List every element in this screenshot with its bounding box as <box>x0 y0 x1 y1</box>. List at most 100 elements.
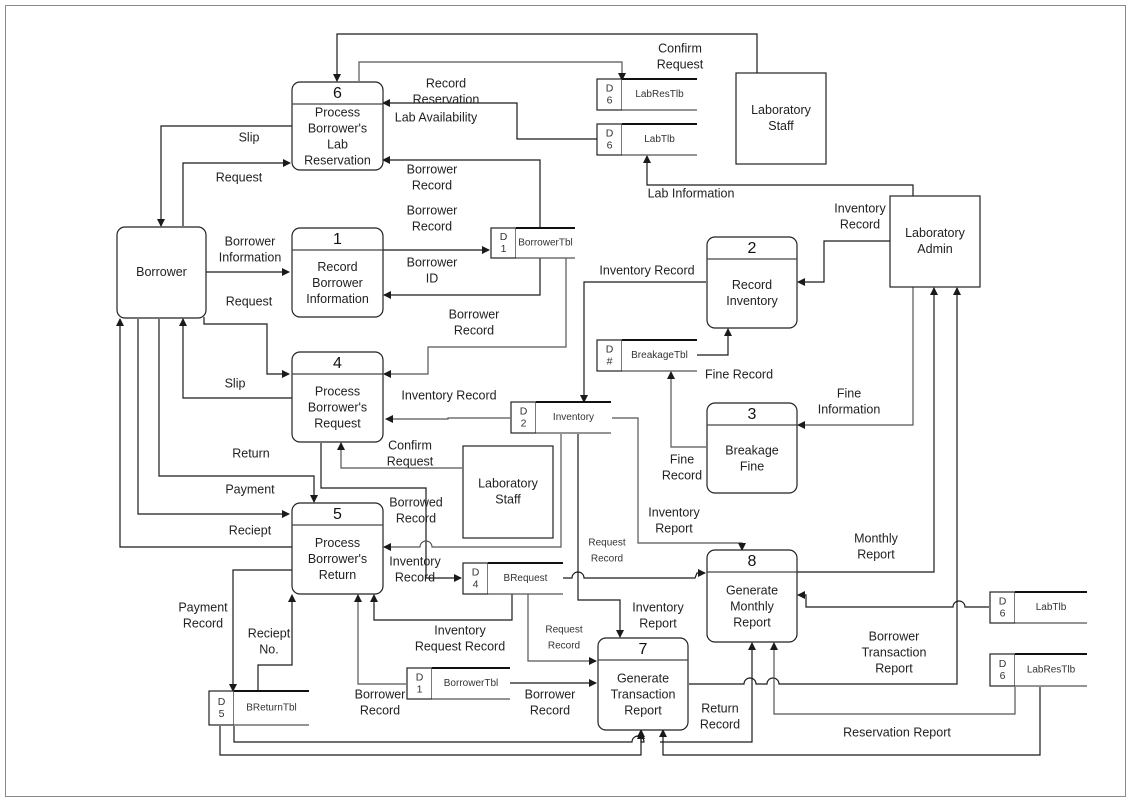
flow-label-text: Record <box>530 703 570 717</box>
flow-label-text: Borrower <box>449 307 500 321</box>
flow-borrowertbl-to-5 <box>354 594 406 685</box>
store-borrowertbl-top[interactable]: D1 BorrowerTbl <box>490 227 575 259</box>
flow-inventory-to-7 <box>577 434 624 638</box>
flow-label-borrower-record-4: Borrower Record <box>449 307 500 337</box>
store-name: LabResTlb <box>1027 665 1076 676</box>
process-5[interactable]: 5 Process Borrower's Return <box>291 502 384 595</box>
store-labtlb-top[interactable]: D6 LabTlb <box>596 123 697 156</box>
store-labrestlb-right[interactable]: D6 LabResTlb <box>989 653 1087 687</box>
flow-label-text: Record <box>412 219 452 233</box>
process-label: Return <box>319 568 357 582</box>
process-number: 5 <box>333 506 342 523</box>
process-label: Information <box>306 292 369 306</box>
store-id: D <box>218 696 226 708</box>
entity-lab-staff-mid[interactable]: Laboratory Staff <box>462 445 554 539</box>
store-labtlb-right[interactable]: D6 LabTlb <box>989 591 1087 624</box>
store-name: BRequest <box>504 573 548 584</box>
process-2[interactable]: 2 Record Inventory <box>706 236 798 329</box>
store-labrestlb-top[interactable]: D6 LabResTlb <box>596 78 697 111</box>
flow-label-text: Reciept <box>248 626 291 640</box>
flow-label-text: Record <box>454 323 494 337</box>
flow-label-text: Borrower <box>407 162 458 176</box>
flow-label-borrower-information: Borrower Information <box>219 234 282 264</box>
flow-label-borrower-record-1: Borrower Record <box>407 203 458 233</box>
entity-borrower[interactable]: Borrower <box>116 226 207 319</box>
process-8[interactable]: 8 Generate Monthly Report <box>706 549 798 643</box>
flow-label-request-record-8: Request Record <box>588 538 625 565</box>
flow-label-text: Borrower <box>869 629 920 643</box>
store-id: 4 <box>473 578 479 590</box>
process-label: Report <box>733 615 771 629</box>
flow-brequest-to-8 <box>563 569 706 579</box>
flow-label-text: Inventory Record <box>401 388 496 402</box>
process-7[interactable]: 7 Generate Transaction Report <box>597 637 689 731</box>
process-label: Generate <box>617 671 669 685</box>
flow-label-text: Record <box>395 570 435 584</box>
process-number: 1 <box>333 231 342 248</box>
entity-lab-staff-top[interactable]: Laboratory Staff <box>735 72 827 165</box>
flow-label-text: Record <box>548 641 580 652</box>
flow-label-text: Fine Record <box>705 367 773 381</box>
flow-label-text: Information <box>219 250 282 264</box>
flow-label-inventory-report-7: Inventory Report <box>632 600 684 630</box>
flow-breakagetbl-to-2 <box>697 328 732 356</box>
flow-label-text: Monthly <box>854 531 899 545</box>
flow-label-borrowed-record: Borrowed Record <box>389 495 443 525</box>
entity-lab-admin[interactable]: Laboratory Admin <box>889 195 981 288</box>
process-label: Breakage <box>725 443 779 457</box>
flow-label-borrower-record-7: Borrower Record <box>525 687 576 717</box>
flow-label-confirm-request-top: Confirm Request <box>657 41 704 71</box>
flow-label-text: Inventory Record <box>599 263 694 277</box>
flow-label-text: Report <box>875 661 913 675</box>
flow-borrower-to-5-return <box>158 319 318 503</box>
flow-label-fine-record-3: Fine Record <box>662 452 702 482</box>
flow-label-text: Borrower <box>355 687 406 701</box>
process-4[interactable]: 4 Process Borrower's Request <box>291 351 384 443</box>
flow-label-inventory-request-record: Inventory Request Record <box>415 623 505 653</box>
store-name: LabTlb <box>644 134 675 145</box>
process-number: 2 <box>748 240 757 257</box>
flow-label-text: Report <box>857 547 895 561</box>
flow-label-text: Inventory <box>834 201 886 215</box>
flow-label-confirm-request-mid: Confirm Request <box>387 438 434 468</box>
flow-label-text: Record <box>662 468 702 482</box>
entity-label: Staff <box>768 119 794 133</box>
store-name: BorrowerTbl <box>518 238 572 249</box>
process-label: Reservation <box>304 153 371 167</box>
process-label: Record <box>732 278 772 292</box>
store-id: 5 <box>219 708 225 720</box>
flow-label-text: Reservation <box>413 92 480 106</box>
flow-label-monthly-report: Monthly Report <box>854 531 899 561</box>
flow-label-text: Request <box>545 625 582 636</box>
flow-3-to-breakagetbl <box>667 371 706 448</box>
flow-label-text: Fine <box>670 452 694 466</box>
store-inventory[interactable]: D2 Inventory <box>510 401 611 434</box>
store-breturntbl[interactable]: D5 BReturnTbl <box>208 690 309 726</box>
flow-label-text: Request <box>657 57 704 71</box>
process-1[interactable]: 1 Record Borrower Information <box>291 227 384 318</box>
flow-label-text: Inventory <box>648 505 700 519</box>
process-3[interactable]: 3 Breakage Fine <box>706 402 798 494</box>
flow-label-text: Slip <box>225 376 246 390</box>
flow-label-request-record-7: Request Record <box>545 625 582 652</box>
flow-label-request-top: Request <box>216 170 263 184</box>
flow-label-record-reservation: Record Reservation <box>413 76 480 106</box>
process-label: Process <box>315 105 360 119</box>
store-brequest[interactable]: D4 BRequest <box>462 562 563 595</box>
flow-label-text: Payment <box>178 600 228 614</box>
process-6[interactable]: 6 Process Borrower's Lab Reservation <box>291 81 384 171</box>
flow-label-text: Borrowed <box>389 495 443 509</box>
process-number: 3 <box>748 406 757 423</box>
store-id: 6 <box>607 94 613 106</box>
store-breakagetbl[interactable]: D# BreakageTbl <box>596 339 697 372</box>
flow-label-text: Lab Availability <box>395 110 478 124</box>
process-label: Borrower's <box>308 121 367 135</box>
flow-label-payment-record: Payment Record <box>178 600 228 630</box>
flow-label-text: Request <box>216 170 263 184</box>
flow-label-text: Borrower <box>525 687 576 701</box>
flow-label-text: Record <box>426 76 466 90</box>
flow-label-fine-record-store: Fine Record <box>705 367 773 381</box>
entity-label: Staff <box>495 492 521 506</box>
store-borrowertbl-bottom[interactable]: D1 BorrowerTbl <box>406 667 510 700</box>
flow-label-text: Return <box>701 701 739 715</box>
